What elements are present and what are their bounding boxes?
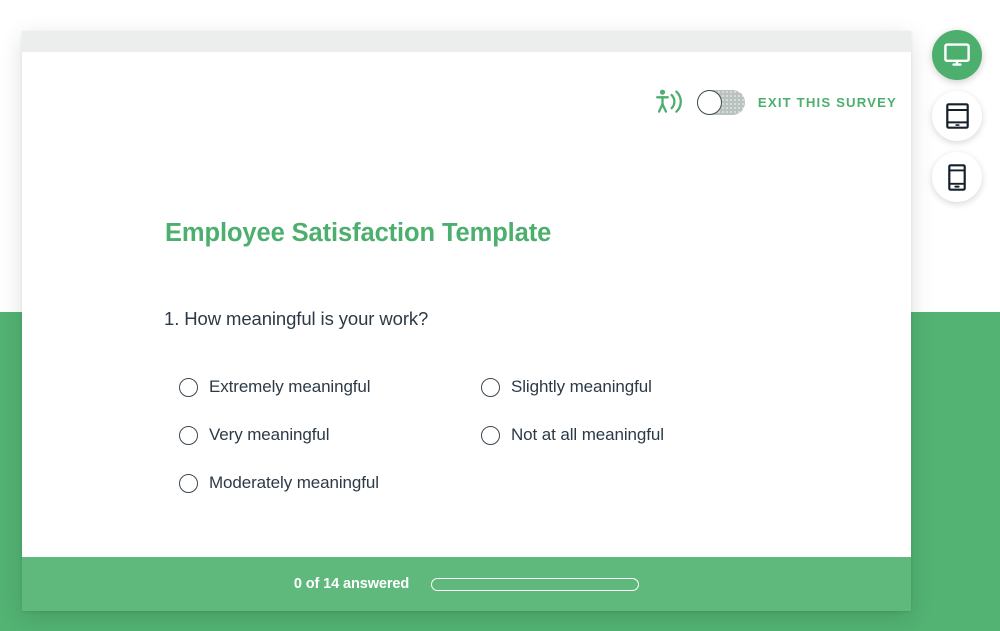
answer-option[interactable]: Extremely meaningful — [179, 363, 379, 411]
radio-button-icon[interactable] — [179, 473, 198, 493]
mobile-preview-button[interactable] — [932, 152, 982, 202]
card-chrome-strip — [22, 31, 911, 52]
answer-option-label: Very meaningful — [209, 425, 330, 444]
answer-option-label: Extremely meaningful — [209, 377, 371, 396]
toggle-knob — [696, 89, 722, 115]
survey-preview-page: EXIT THIS SURVEY Employee Satisfaction T… — [0, 0, 1000, 631]
answer-options-column-left: Extremely meaningful Very meaningful Mod… — [179, 363, 379, 507]
answer-option-label: Not at all meaningful — [511, 425, 664, 444]
radio-button-icon[interactable] — [481, 377, 500, 397]
desktop-monitor-icon — [944, 43, 970, 67]
accessibility-audio-icon[interactable] — [654, 88, 684, 116]
survey-header-controls: EXIT THIS SURVEY — [654, 88, 897, 116]
mobile-phone-icon — [948, 163, 966, 191]
radio-button-icon[interactable] — [179, 425, 198, 445]
progress-bar — [431, 577, 640, 591]
radio-button-icon[interactable] — [179, 377, 198, 397]
answer-option[interactable]: Very meaningful — [179, 411, 379, 459]
question-text: 1. How meaningful is your work? — [164, 308, 429, 329]
answer-option[interactable]: Not at all meaningful — [481, 411, 664, 459]
answer-options-column-right: Slightly meaningful Not at all meaningfu… — [481, 363, 664, 459]
answer-option-label: Slightly meaningful — [511, 377, 652, 396]
survey-preview-card: EXIT THIS SURVEY Employee Satisfaction T… — [22, 31, 911, 611]
tablet-preview-button[interactable] — [932, 91, 982, 141]
accessibility-toggle[interactable] — [696, 89, 745, 115]
survey-card-body: EXIT THIS SURVEY Employee Satisfaction T… — [22, 52, 911, 557]
survey-title: Employee Satisfaction Template — [165, 219, 552, 247]
radio-button-icon[interactable] — [481, 425, 500, 445]
answer-option-label: Moderately meaningful — [209, 473, 379, 492]
desktop-preview-button[interactable] — [932, 30, 982, 80]
answered-count-label: 0 of 14 answered — [293, 576, 410, 592]
tablet-icon — [945, 103, 969, 129]
answer-option[interactable]: Moderately meaningful — [179, 459, 379, 507]
exit-survey-link[interactable]: EXIT THIS SURVEY — [758, 95, 897, 110]
survey-progress-footer: 0 of 14 answered — [22, 557, 911, 611]
answer-option[interactable]: Slightly meaningful — [481, 363, 664, 411]
device-preview-rail — [932, 30, 982, 202]
